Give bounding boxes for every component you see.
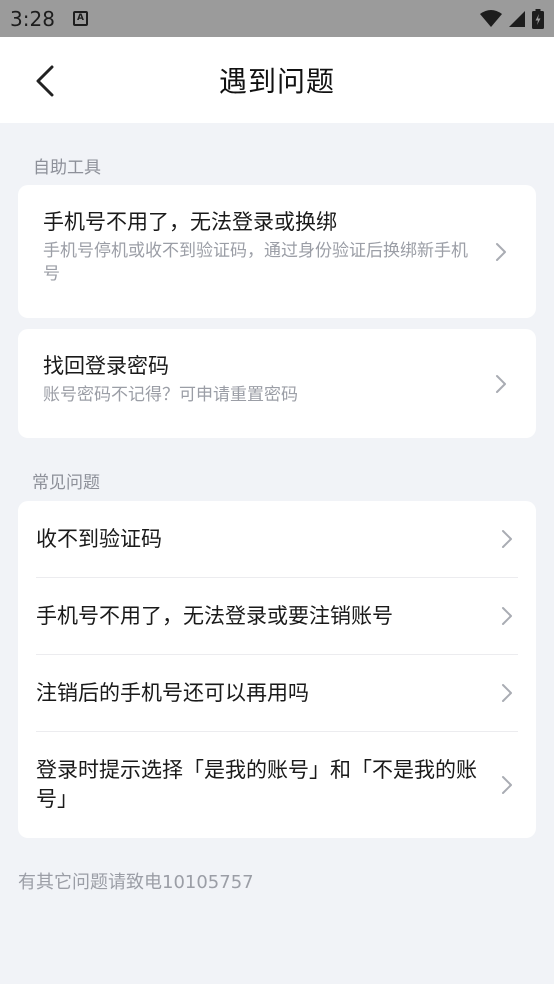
status-bar: 3:28 A xyxy=(0,0,554,37)
faq-item-label: 手机号不用了，无法登录或要注销账号 xyxy=(36,603,393,628)
faq-item-phone-unused-cancel[interactable]: 手机号不用了，无法登录或要注销账号 xyxy=(36,578,518,655)
chevron-right-icon xyxy=(502,684,512,702)
back-button[interactable] xyxy=(32,65,58,97)
item-description: 手机号停机或收不到验证码，通过身份验证后换绑新手机号 xyxy=(43,241,468,284)
section-label-faq: 常见问题 xyxy=(32,473,100,493)
chevron-right-icon xyxy=(496,374,506,393)
back-arrow-icon xyxy=(36,65,54,97)
self-help-item-change-phone[interactable]: 手机号不用了，无法登录或换绑 手机号停机或收不到验证码，通过身份验证后换绑新手机… xyxy=(18,185,536,318)
status-icons xyxy=(480,8,544,29)
faq-item-account-choice[interactable]: 登录时提示选择「是我的账号」和「不是我的账号」 xyxy=(36,732,518,838)
notification-icon: A xyxy=(72,11,88,26)
item-title: 找回登录密码 xyxy=(43,354,169,378)
faq-item-reuse-number[interactable]: 注销后的手机号还可以再用吗 xyxy=(36,655,518,732)
battery-icon xyxy=(532,8,544,29)
chevron-right-icon xyxy=(496,242,506,261)
section-label-self-help: 自助工具 xyxy=(33,158,101,178)
contact-note: 有其它问题请致电10105757 xyxy=(18,872,254,893)
faq-list: 收不到验证码 手机号不用了，无法登录或要注销账号 注销后的手机号还可以再用吗 登… xyxy=(18,501,536,838)
chevron-right-icon xyxy=(502,776,512,794)
page-title: 遇到问题 xyxy=(218,65,335,98)
faq-item-no-code[interactable]: 收不到验证码 xyxy=(36,501,518,578)
nav-bar: 遇到问题 xyxy=(0,37,554,123)
faq-item-label: 收不到验证码 xyxy=(36,526,162,551)
chevron-right-icon xyxy=(502,607,512,625)
signal-icon xyxy=(509,10,525,27)
faq-item-label: 登录时提示选择「是我的账号」和「不是我的账号」 xyxy=(36,758,477,811)
chevron-right-icon xyxy=(502,530,512,548)
faq-item-label: 注销后的手机号还可以再用吗 xyxy=(36,680,309,705)
wifi-icon xyxy=(480,9,502,27)
item-title: 手机号不用了，无法登录或换绑 xyxy=(43,210,337,234)
self-help-item-reset-password[interactable]: 找回登录密码 账号密码不记得？可申请重置密码 xyxy=(18,329,536,438)
item-description: 账号密码不记得？可申请重置密码 xyxy=(43,385,298,405)
status-time: 3:28 xyxy=(10,6,55,31)
